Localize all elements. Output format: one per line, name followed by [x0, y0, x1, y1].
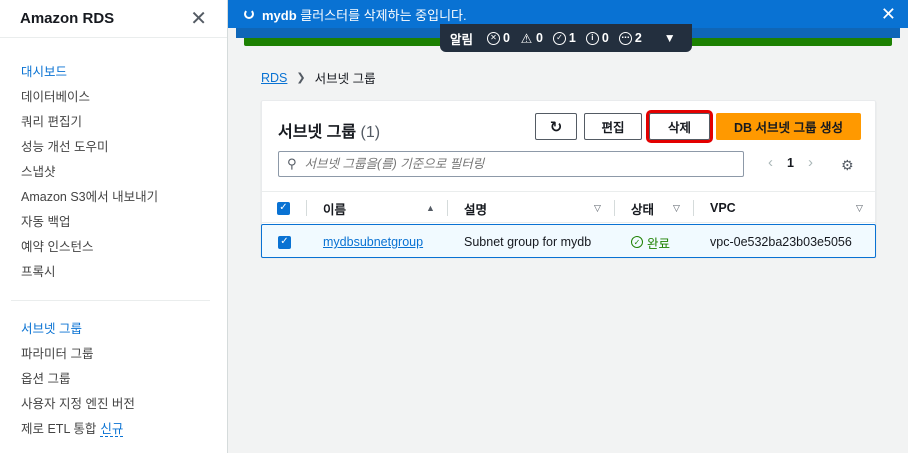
sort-icon[interactable]: ▽ — [673, 203, 680, 214]
table-row[interactable]: ✓ mydbsubnetgroup Subnet group for mydb … — [261, 224, 876, 258]
error-icon: ✕ — [487, 31, 501, 45]
search-input[interactable] — [304, 157, 725, 171]
warning-count-value: 0 — [535, 31, 543, 45]
sidebar-item-dashboard[interactable]: 대시보드 — [21, 60, 227, 85]
gear-icon[interactable]: ⚙ — [841, 157, 854, 174]
status-badge: ✓ 완료 — [631, 233, 670, 252]
sidebar-item-subnet-groups[interactable]: 서브넷 그룹 — [21, 317, 227, 342]
sort-icon[interactable]: ▽ — [594, 203, 601, 214]
column-divider — [693, 200, 694, 216]
in-progress-icon: ⋯ — [618, 31, 632, 45]
breadcrumb-current: 서브넷 그룹 — [314, 72, 376, 86]
column-divider — [306, 200, 307, 216]
side-navigation: Amazon RDS ✕ 대시보드 데이터베이스 쿼리 편집기 성능 개선 도우… — [0, 0, 228, 453]
in-progress-count-value: 2 — [634, 31, 642, 45]
checkbox-icon: ✓ — [278, 235, 291, 249]
sidebar-item-zero-etl[interactable]: 제로 ETL 통합 신규 — [21, 417, 227, 442]
sidebar-section-main: 대시보드 데이터베이스 쿼리 편집기 성능 개선 도우미 스냅샷 Amazon … — [0, 38, 227, 285]
flash-db-name: mydb — [262, 7, 297, 23]
chevron-right-icon: ❯ — [296, 72, 306, 84]
sidebar-item-s3-export[interactable]: Amazon S3에서 내보내기 — [21, 185, 227, 210]
error-count-value: 0 — [503, 31, 510, 45]
success-icon: ✓ — [552, 31, 566, 45]
sidebar-item-performance-insights[interactable]: 성능 개선 도우미 — [21, 135, 227, 160]
chevron-left-icon[interactable]: ‹ — [762, 154, 779, 171]
subnet-groups-table-container: 서브넷 그룹 (1) ↻ 편집 삭제 DB 서브넷 그룹 생성 ⚲ ‹ 1 › … — [261, 100, 876, 258]
notification-bar[interactable]: 알림 ✕ 0 ⚠ 0 ✓ 1 i0 ⋯ 2 ▼ — [440, 24, 692, 52]
sidebar-item-parameter-groups[interactable]: 파라미터 그룹 — [21, 342, 227, 367]
table-header: ✓ 이름 ▲ 설명 ▽ 상태 ▽ VPC ▽ — [262, 191, 875, 223]
vpc-id: vpc-0e532ba23b03e5056 — [710, 235, 852, 249]
notification-label: 알림 — [450, 32, 474, 47]
column-header-status[interactable]: 상태 — [631, 192, 654, 224]
column-header-description[interactable]: 설명 — [464, 192, 487, 224]
page-number[interactable]: 1 — [779, 156, 802, 170]
subnet-group-description: Subnet group for mydb — [464, 235, 592, 249]
select-all-checkbox[interactable]: ✓ — [277, 192, 290, 224]
sidebar-item-snapshots[interactable]: 스냅샷 — [21, 160, 227, 185]
sidebar-section-config: 서브넷 그룹 파라미터 그룹 옵션 그룹 사용자 지정 엔진 버전 제로 ETL… — [0, 301, 227, 442]
sidebar-item-reserved-instances[interactable]: 예약 인스턴스 — [21, 235, 227, 260]
status-text: 완료 — [647, 236, 671, 251]
item-count: (1) — [360, 124, 381, 141]
warning-icon: ⚠ — [520, 30, 533, 46]
column-header-vpc[interactable]: VPC — [710, 192, 736, 224]
warning-count[interactable]: ⚠ 0 — [520, 31, 543, 45]
chevron-down-icon[interactable]: ▼ — [664, 31, 676, 45]
spinner-icon — [244, 9, 254, 19]
refresh-icon: ↻ — [549, 118, 563, 136]
success-count-value: 1 — [568, 31, 576, 45]
info-count-value: 0 — [601, 31, 609, 45]
checkbox-icon: ✓ — [277, 201, 290, 215]
column-divider — [447, 200, 448, 216]
sidebar-item-option-groups[interactable]: 옵션 그룹 — [21, 367, 227, 392]
sidebar-item-databases[interactable]: 데이터베이스 — [21, 85, 227, 110]
breadcrumb: RDS ❯ 서브넷 그룹 — [261, 68, 376, 87]
sidebar-item-query-editor[interactable]: 쿼리 편집기 — [21, 110, 227, 135]
delete-button[interactable]: 삭제 — [646, 110, 713, 143]
info-count[interactable]: i0 — [585, 31, 609, 45]
in-progress-count[interactable]: ⋯ 2 — [618, 31, 642, 45]
sort-icon[interactable]: ▽ — [856, 203, 863, 214]
flash-text: 클러스터를 삭제하는 중입니다. — [296, 7, 467, 23]
pagination: ‹ 1 › — [762, 154, 819, 171]
info-icon: i — [585, 31, 599, 45]
success-count[interactable]: ✓ 1 — [552, 31, 576, 45]
check-circle-icon: ✓ — [631, 236, 643, 248]
subnet-group-name-link[interactable]: mydbsubnetgroup — [323, 235, 423, 249]
filter-search: ⚲ — [278, 151, 744, 177]
page-title: 서브넷 그룹 (1) — [278, 118, 380, 142]
refresh-button[interactable]: ↻ — [535, 113, 577, 140]
close-icon[interactable]: ✕ — [881, 4, 896, 25]
sort-ascending-icon[interactable]: ▲ — [426, 203, 435, 213]
edit-button[interactable]: 편집 — [584, 113, 642, 140]
sidebar-item-automated-backups[interactable]: 자동 백업 — [21, 210, 227, 235]
sidebar-title: Amazon RDS — [20, 10, 115, 27]
chevron-right-icon[interactable]: › — [802, 154, 819, 171]
row-checkbox[interactable]: ✓ — [278, 225, 291, 259]
sidebar-item-custom-engine-versions[interactable]: 사용자 지정 엔진 버전 — [21, 392, 227, 417]
search-icon: ⚲ — [287, 156, 297, 171]
column-divider — [614, 200, 615, 216]
close-icon[interactable]: ✕ — [190, 9, 207, 29]
sidebar-item-proxies[interactable]: 프록시 — [21, 260, 227, 285]
breadcrumb-rds[interactable]: RDS — [261, 71, 287, 85]
create-db-subnet-group-button[interactable]: DB 서브넷 그룹 생성 — [716, 113, 861, 140]
flash-message: mydb 클러스터를 삭제하는 중입니다. — [262, 5, 467, 24]
sidebar-header: Amazon RDS ✕ — [0, 0, 227, 38]
new-badge: 신규 — [100, 422, 124, 437]
column-header-name[interactable]: 이름 — [323, 192, 346, 224]
error-count[interactable]: ✕ 0 — [487, 31, 510, 45]
card-title-text: 서브넷 그룹 — [278, 124, 357, 141]
sidebar-item-label: 제로 ETL 통합 — [21, 422, 97, 436]
